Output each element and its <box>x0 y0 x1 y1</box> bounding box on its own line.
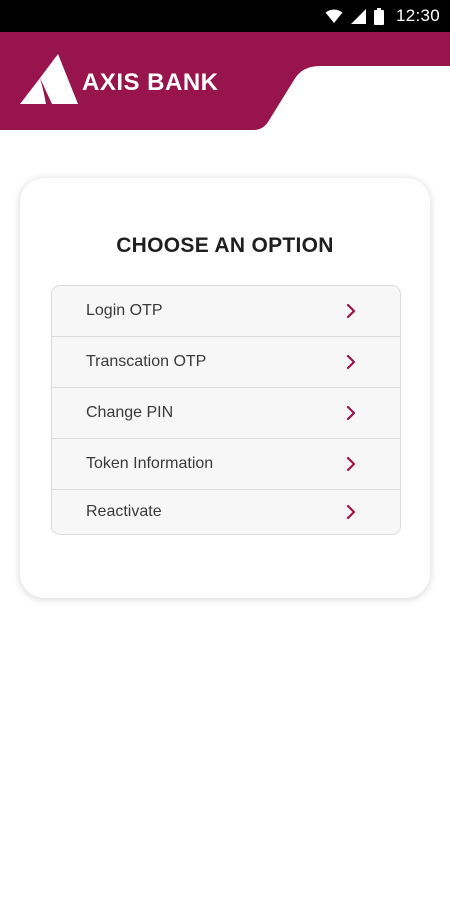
option-token-information[interactable]: Token Information <box>52 439 400 490</box>
option-label: Login OTP <box>86 302 163 319</box>
option-change-pin[interactable]: Change PIN <box>52 388 400 439</box>
option-transaction-otp[interactable]: Transcation OTP <box>52 337 400 388</box>
option-label: Reactivate <box>86 503 162 520</box>
axis-logo-icon <box>20 53 78 109</box>
option-label: Transcation OTP <box>86 353 207 370</box>
options-card: CHOOSE AN OPTION Login OTP Transcation O… <box>20 178 430 598</box>
signal-icon <box>350 8 366 24</box>
option-login-otp[interactable]: Login OTP <box>52 286 400 337</box>
options-list: Login OTP Transcation OTP Change PIN Tok… <box>51 285 401 535</box>
wifi-icon <box>325 9 343 24</box>
chevron-right-icon <box>346 504 356 520</box>
brand-name: AXIS BANK <box>82 69 219 96</box>
option-label: Token Information <box>86 455 214 472</box>
status-bar: 12:30 <box>0 0 450 32</box>
status-time: 12:30 <box>395 6 440 25</box>
chevron-right-icon <box>346 456 356 472</box>
battery-icon <box>373 7 384 25</box>
option-label: Change PIN <box>86 404 174 421</box>
card-title: CHOOSE AN OPTION <box>116 234 334 257</box>
axis-bank-logo: AXIS BANK <box>20 53 219 109</box>
chevron-right-icon <box>346 303 356 319</box>
chevron-right-icon <box>346 354 356 370</box>
chevron-right-icon <box>346 405 356 421</box>
option-reactivate[interactable]: Reactivate <box>52 490 400 534</box>
app-header: AXIS BANK <box>0 32 450 130</box>
